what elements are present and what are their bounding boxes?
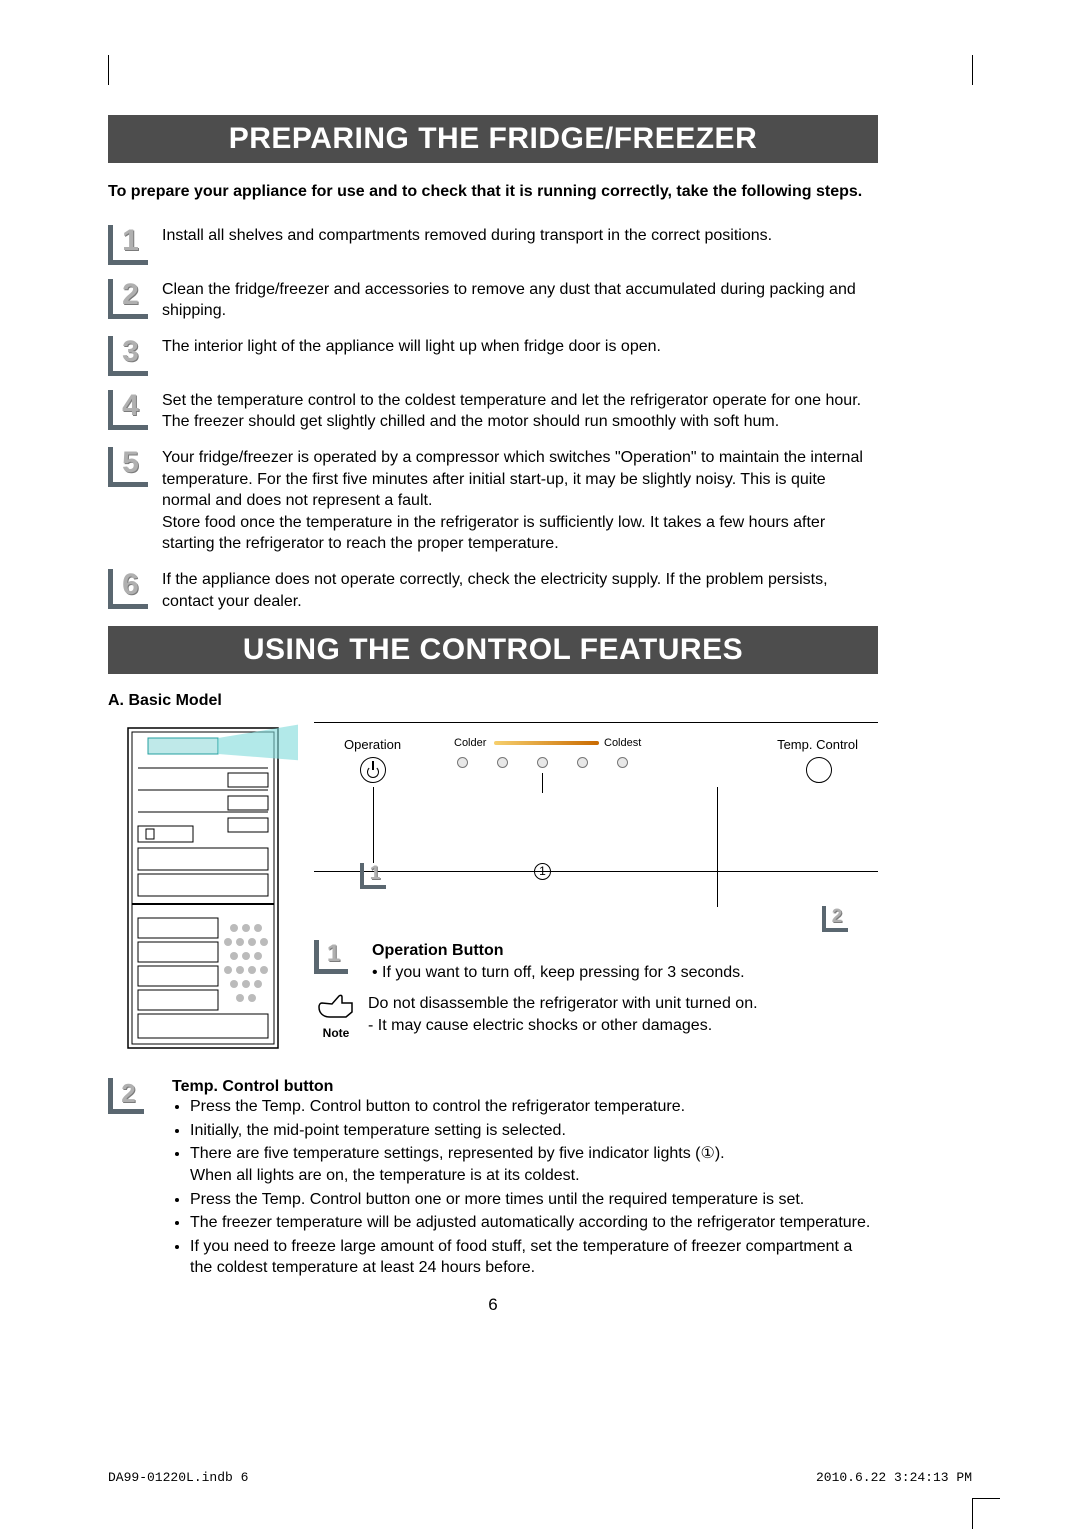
temp-bullet: Press the Temp. Control button one or mo… [190,1189,878,1211]
fridge-illustration [108,718,298,1058]
temperature-scale [494,741,599,745]
step-text: Clean the fridge/freezer and accessories… [162,279,878,322]
note-line1: Do not disassemble the refrigerator with… [368,993,758,1015]
note-line2: - It may cause electric shocks or other … [368,1015,758,1037]
step-number: 6 [108,569,148,609]
step-number: 5 [108,447,148,487]
step-number: 2 [108,279,148,319]
label-temp-control: Temp. Control [777,737,858,752]
label-colder: Colder [454,737,486,749]
footer-right: 2010.6.22 3:24:13 PM [816,1470,972,1485]
label-operation: Operation [344,737,401,752]
basic-model-label: A. Basic Model [108,692,878,710]
operation-button-title: Operation Button [372,940,745,962]
callout-2: 2 [822,906,848,932]
page-number: 6 [108,1295,878,1315]
temp-bullet: The freezer temperature will be adjusted… [190,1212,878,1234]
operation-button-graphic [360,757,386,783]
step-number: 3 [108,336,148,376]
step-number: 4 [108,390,148,430]
circled-one: 1 [534,863,551,880]
temp-bullet-text: There are five temperature settings, rep… [190,1145,725,1162]
step-text: Set the temperature control to the colde… [162,390,878,433]
step-text: If the appliance does not operate correc… [162,569,878,612]
crop-mark [972,55,973,85]
intro-text: To prepare your appliance for use and to… [108,181,878,203]
temp-bullet-cont: When all lights are on, the temperature … [190,1165,878,1187]
step-text: The interior light of the appliance will… [162,336,661,358]
callout-1: 1 [360,863,386,889]
heading-preparing: PREPARING THE FRIDGE/FREEZER [108,115,878,163]
temp-control-button-graphic [806,757,832,783]
note-label: Note [314,1026,358,1040]
steps-list: 1 Install all shelves and compartments re… [108,225,878,613]
label-coldest: Coldest [604,737,641,749]
temp-step-number: 2 [108,1078,144,1114]
operation-button-bullet: • If you want to turn off, keep pressing… [372,962,745,984]
temp-bullet: If you need to freeze large amount of fo… [190,1236,878,1279]
step-number: 1 [108,225,148,265]
temp-control-title: Temp. Control button [172,1078,878,1096]
footer-left: DA99-01220L.indb 6 [108,1470,248,1485]
control-panel-diagram: Operation Temp. Control Colder Coldest [314,722,878,872]
operation-bullet-text: If you want to turn off, keep pressing f… [382,964,745,981]
crop-mark [972,1499,973,1529]
step-text: Your fridge/freezer is operated by a com… [162,447,878,555]
temp-bullet: Press the Temp. Control button to contro… [190,1096,878,1118]
step-text: Install all shelves and compartments rem… [162,225,772,247]
note-hand-icon [316,993,356,1021]
heading-using-controls: USING THE CONTROL FEATURES [108,626,878,674]
temp-bullet: Initially, the mid-point temperature set… [190,1120,878,1142]
crop-mark [972,1498,1000,1499]
crop-mark [108,55,109,85]
temp-bullet: There are five temperature settings, rep… [190,1143,878,1186]
op-step-number: 1 [314,940,348,974]
temp-control-bullets: Press the Temp. Control button to contro… [172,1096,878,1279]
